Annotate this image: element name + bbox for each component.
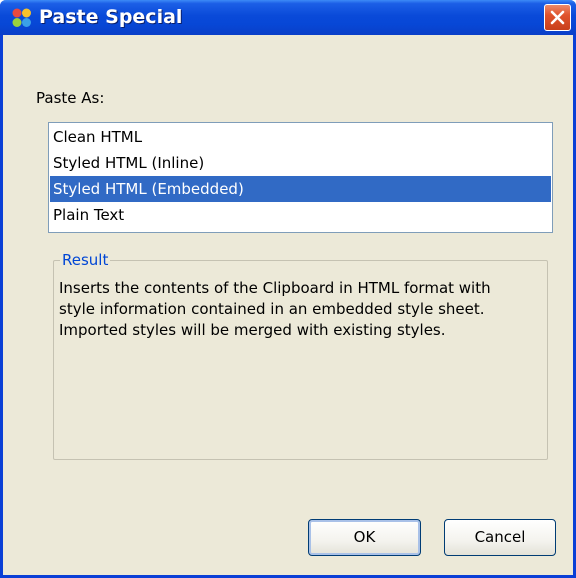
result-description: Inserts the contents of the Clipboard in… <box>59 278 539 341</box>
close-icon <box>550 10 565 25</box>
app-logo-icon <box>12 8 31 27</box>
window-title: Paste Special <box>39 6 183 28</box>
result-description-line: Inserts the contents of the Clipboard in… <box>59 279 491 297</box>
result-legend: Result <box>60 249 111 271</box>
list-item-clean-html[interactable]: Clean HTML <box>50 124 551 150</box>
paste-format-list[interactable]: Clean HTML Styled HTML (Inline) Styled H… <box>48 122 553 233</box>
list-item-plain-text[interactable]: Plain Text <box>50 202 551 228</box>
title-bar[interactable]: Paste Special <box>0 0 576 35</box>
result-description-line: style information contained in an embedd… <box>59 300 485 318</box>
result-groupbox: Result Inserts the contents of the Clipb… <box>53 249 548 460</box>
list-item-styled-html-embedded[interactable]: Styled HTML (Embedded) <box>50 176 551 202</box>
paste-special-dialog: Paste Special Paste As: Clean HTML Style… <box>0 0 576 578</box>
list-item-styled-html-inline[interactable]: Styled HTML (Inline) <box>50 150 551 176</box>
result-description-line: Imported styles will be merged with exis… <box>59 321 446 339</box>
cancel-button[interactable]: Cancel <box>444 519 556 556</box>
close-button[interactable] <box>544 4 571 31</box>
paste-as-label: Paste As: <box>36 89 105 107</box>
ok-button[interactable]: OK <box>308 519 421 556</box>
